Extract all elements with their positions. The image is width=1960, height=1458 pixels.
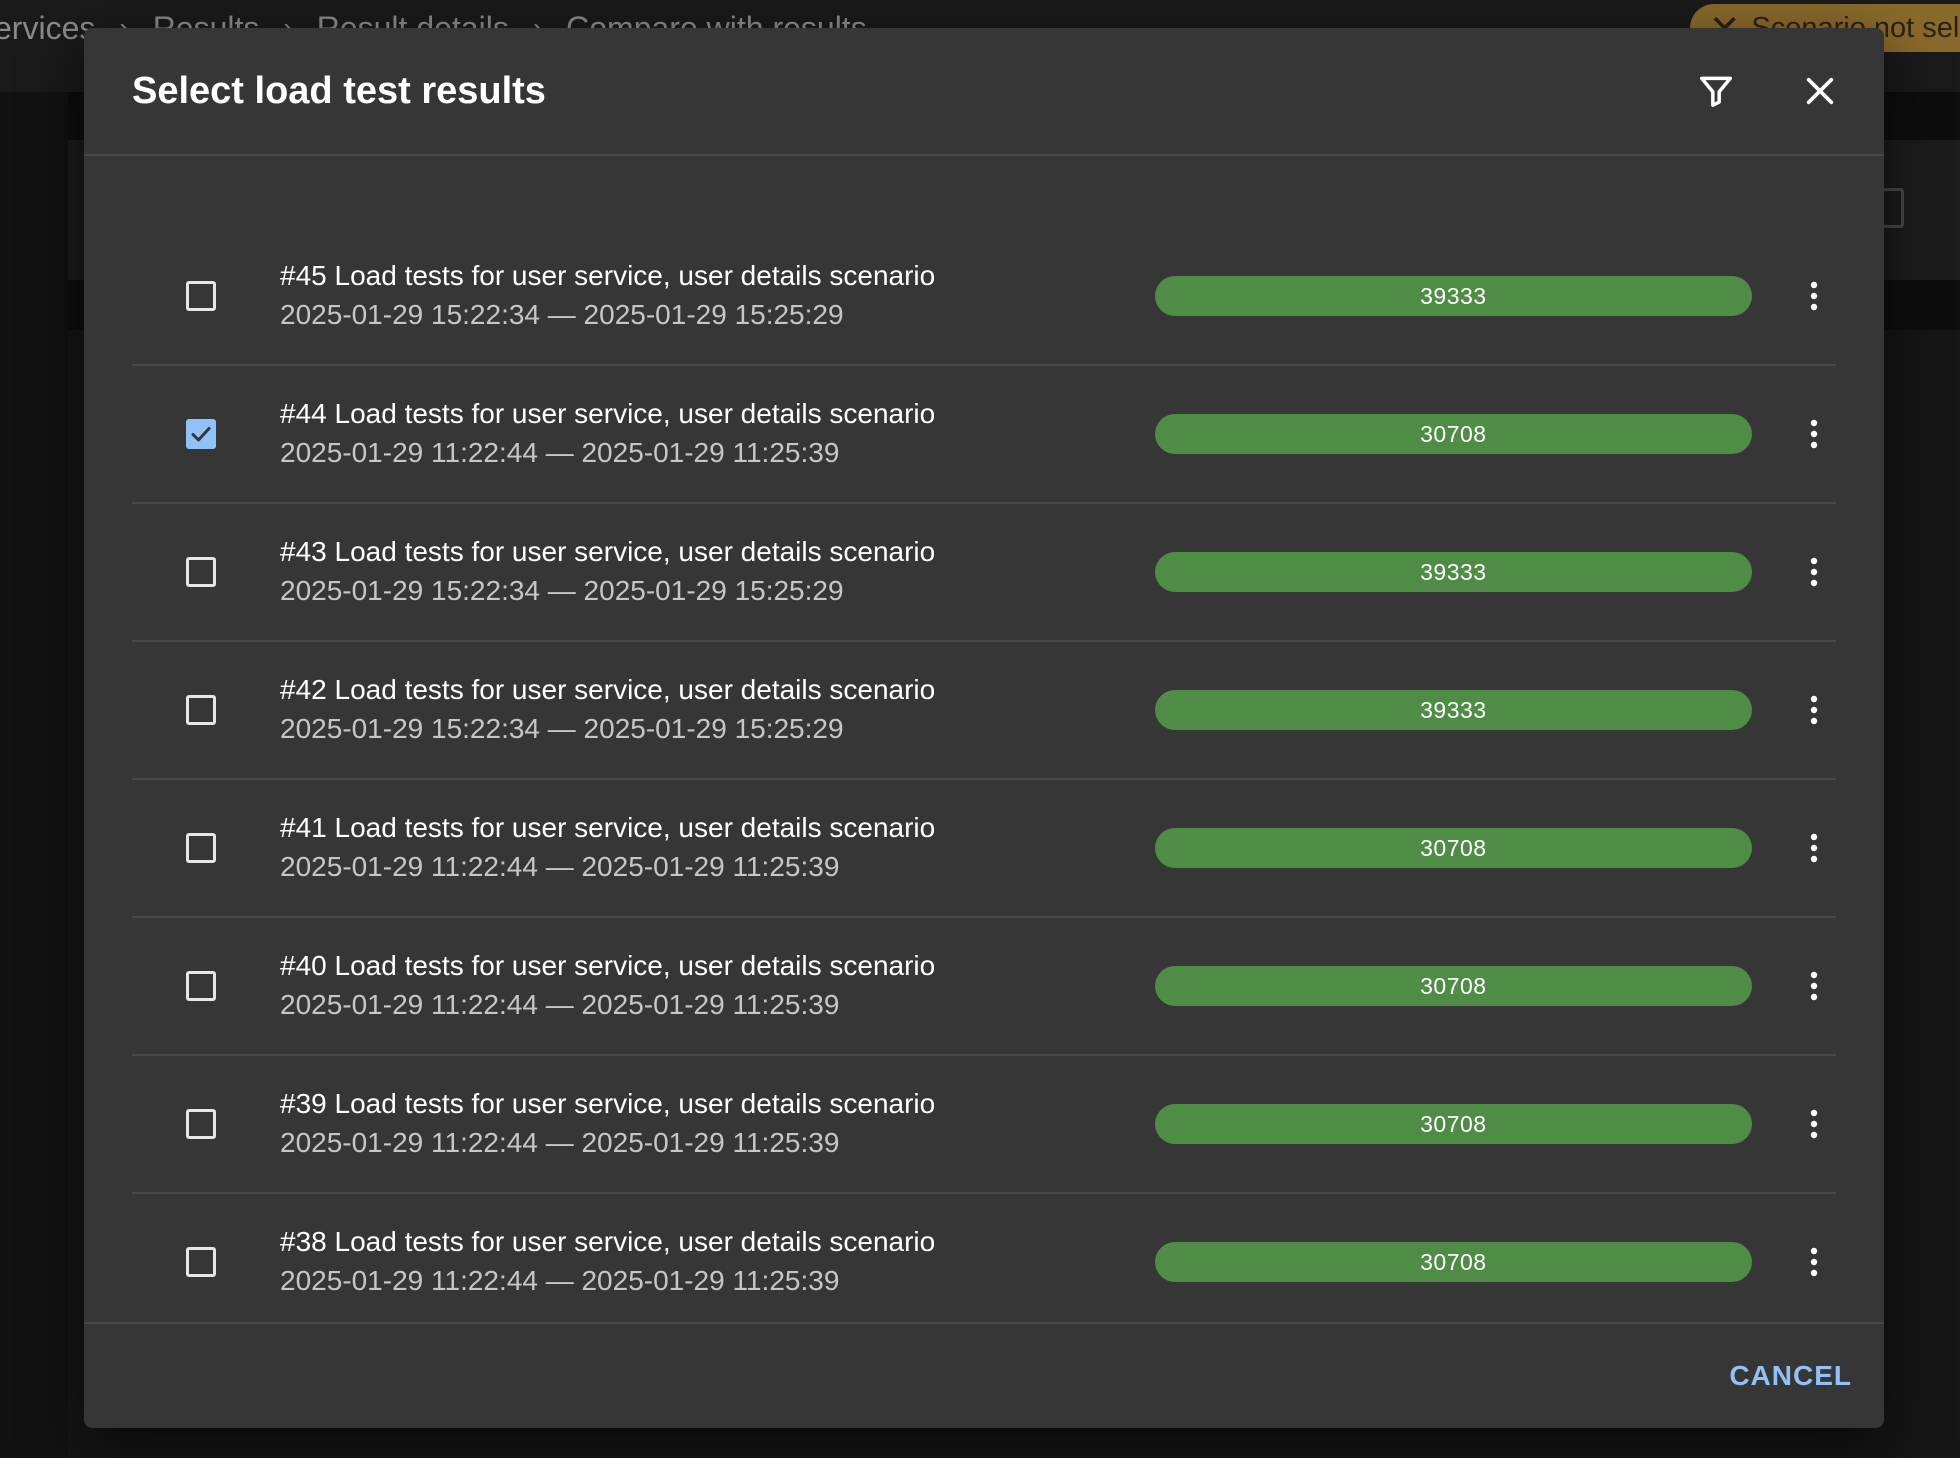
result-value-bar: 39333 xyxy=(1154,690,1753,730)
more-vert-icon[interactable] xyxy=(1792,1240,1836,1284)
check-icon xyxy=(191,427,211,442)
result-checkbox[interactable] xyxy=(186,695,216,725)
cancel-button[interactable]: CANCEL xyxy=(1729,1360,1852,1392)
more-vert-icon[interactable] xyxy=(1792,964,1836,1008)
dialog-title: Select load test results xyxy=(132,69,546,112)
select-results-dialog: Select load test results #45 Load tests … xyxy=(84,28,1884,1428)
result-title: #40 Load tests for user service, user de… xyxy=(280,950,936,981)
dialog-header: Select load test results xyxy=(84,28,1884,156)
results-list[interactable]: #45 Load tests for user service, user de… xyxy=(84,158,1884,1320)
more-vert-icon[interactable] xyxy=(1792,274,1836,318)
result-row[interactable]: #40 Load tests for user service, user de… xyxy=(132,918,1836,1056)
result-text: #42 Load tests for user service, user de… xyxy=(280,671,1137,749)
result-title: #44 Load tests for user service, user de… xyxy=(280,398,936,429)
result-value-bar: 30708 xyxy=(1154,1104,1753,1144)
result-value-bar: 30708 xyxy=(1154,414,1753,454)
result-row[interactable]: #41 Load tests for user service, user de… xyxy=(132,780,1836,918)
result-row[interactable]: #43 Load tests for user service, user de… xyxy=(132,504,1836,642)
result-text: #38 Load tests for user service, user de… xyxy=(280,1223,1137,1301)
result-dates: 2025-01-29 11:22:44 — 2025-01-29 11:25:3… xyxy=(280,989,840,1020)
more-vert-icon[interactable] xyxy=(1792,826,1836,870)
result-checkbox[interactable] xyxy=(186,833,216,863)
result-checkbox[interactable] xyxy=(186,971,216,1001)
more-vert-icon[interactable] xyxy=(1792,412,1836,456)
result-row[interactable]: #44 Load tests for user service, user de… xyxy=(132,366,1836,504)
result-text: #44 Load tests for user service, user de… xyxy=(280,395,1137,473)
result-checkbox[interactable] xyxy=(186,557,216,587)
result-checkbox[interactable] xyxy=(186,1109,216,1139)
result-dates: 2025-01-29 15:22:34 — 2025-01-29 15:25:2… xyxy=(280,713,844,744)
dialog-footer: CANCEL xyxy=(84,1322,1884,1428)
result-text: #40 Load tests for user service, user de… xyxy=(280,947,1137,1025)
result-dates: 2025-01-29 11:22:44 — 2025-01-29 11:25:3… xyxy=(280,1127,840,1158)
background-sidebar xyxy=(0,92,68,1458)
more-vert-icon[interactable] xyxy=(1792,688,1836,732)
result-title: #45 Load tests for user service, user de… xyxy=(280,260,936,291)
result-checkbox[interactable] xyxy=(186,419,216,449)
result-text: #41 Load tests for user service, user de… xyxy=(280,809,1137,887)
result-value-bar: 30708 xyxy=(1154,828,1753,868)
result-value-bar: 30708 xyxy=(1154,966,1753,1006)
result-title: #39 Load tests for user service, user de… xyxy=(280,1088,936,1119)
filter-icon[interactable] xyxy=(1688,63,1744,119)
result-checkbox[interactable] xyxy=(186,1247,216,1277)
result-value-bar: 39333 xyxy=(1154,276,1753,316)
result-title: #38 Load tests for user service, user de… xyxy=(280,1226,936,1257)
more-vert-icon[interactable] xyxy=(1792,1102,1836,1146)
more-vert-icon[interactable] xyxy=(1792,550,1836,594)
result-text: #43 Load tests for user service, user de… xyxy=(280,533,1137,611)
result-text: #45 Load tests for user service, user de… xyxy=(280,257,1137,335)
result-dates: 2025-01-29 15:22:34 — 2025-01-29 15:25:2… xyxy=(280,299,844,330)
result-checkbox[interactable] xyxy=(186,281,216,311)
result-dates: 2025-01-29 15:22:34 — 2025-01-29 15:25:2… xyxy=(280,575,844,606)
result-dates: 2025-01-29 11:22:44 — 2025-01-29 11:25:3… xyxy=(280,851,840,882)
result-row[interactable]: #39 Load tests for user service, user de… xyxy=(132,1056,1836,1194)
result-title: #41 Load tests for user service, user de… xyxy=(280,812,936,843)
close-icon[interactable] xyxy=(1792,63,1848,119)
result-row[interactable]: #45 Load tests for user service, user de… xyxy=(132,228,1836,366)
result-row[interactable]: #38 Load tests for user service, user de… xyxy=(132,1194,1836,1320)
result-title: #43 Load tests for user service, user de… xyxy=(280,536,936,567)
result-title: #42 Load tests for user service, user de… xyxy=(280,674,936,705)
result-value-bar: 39333 xyxy=(1154,552,1753,592)
result-dates: 2025-01-29 11:22:44 — 2025-01-29 11:25:3… xyxy=(280,1265,840,1296)
result-row[interactable]: #42 Load tests for user service, user de… xyxy=(132,642,1836,780)
result-dates: 2025-01-29 11:22:44 — 2025-01-29 11:25:3… xyxy=(280,437,840,468)
result-text: #39 Load tests for user service, user de… xyxy=(280,1085,1137,1163)
result-value-bar: 30708 xyxy=(1154,1242,1753,1282)
